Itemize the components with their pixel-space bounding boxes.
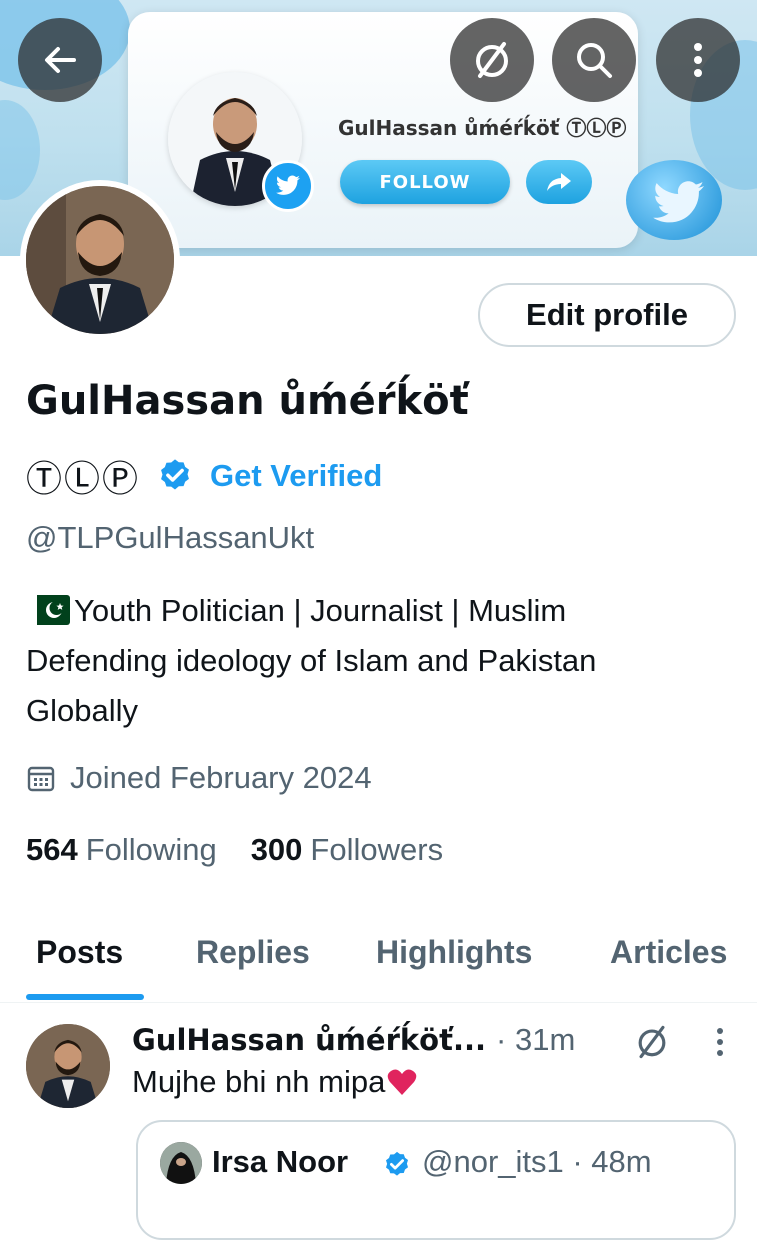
twitter-bird-icon xyxy=(262,160,314,212)
tab-articles[interactable]: Articles xyxy=(610,934,727,971)
pakistan-flag-icon xyxy=(26,595,70,625)
quote-author-handle: @nor_its1 · 48m xyxy=(422,1144,652,1179)
red-heart-icon xyxy=(388,1069,417,1095)
followers-link[interactable]: 300 Followers xyxy=(251,832,443,868)
quoted-post[interactable]: Irsa Noor @nor_its1 · 48m xyxy=(136,1120,736,1240)
grok-button[interactable] xyxy=(450,18,534,102)
post-author-name[interactable]: GulHassan ůḿéŕḱöť... xyxy=(132,1023,486,1057)
arrow-left-icon xyxy=(45,47,76,73)
profile-name: GulHassan ůḿéŕḱöť xyxy=(26,378,469,424)
follow-stats: 564 Following 300 Followers xyxy=(26,832,477,868)
tlp-text: ⓉⓁⓅ xyxy=(26,459,141,500)
joined-text: Joined February 2024 xyxy=(70,760,372,795)
bio-line-3: Globally xyxy=(26,693,138,728)
post-timestamp[interactable]: · 31m xyxy=(496,1022,575,1058)
more-vertical-icon xyxy=(717,1028,723,1056)
banner-name: GulHassan ůḿéŕḱöť ⓉⓁⓅ xyxy=(338,116,627,140)
following-label: Following xyxy=(85,832,217,867)
profile-avatar[interactable] xyxy=(20,180,180,340)
active-tab-indicator xyxy=(26,994,144,1000)
profile-handle: @TLPGulHassanUkt xyxy=(26,520,315,555)
back-button[interactable] xyxy=(18,18,102,102)
search-icon xyxy=(577,43,612,78)
tab-replies[interactable]: Replies xyxy=(196,934,310,971)
edit-profile-button[interactable]: Edit profile xyxy=(478,283,736,347)
post-header: GulHassan ůḿéŕḱöť... · 31m xyxy=(132,1022,575,1058)
post-grok-button[interactable] xyxy=(632,1022,672,1062)
following-count: 564 xyxy=(26,832,78,867)
get-verified-link[interactable]: Get Verified xyxy=(210,458,382,494)
tab-posts[interactable]: Posts xyxy=(36,934,123,971)
post-author-avatar[interactable] xyxy=(26,1024,110,1108)
joined-date: Joined February 2024 xyxy=(26,760,372,796)
slash-circle-icon xyxy=(638,1025,666,1059)
followers-count: 300 xyxy=(250,832,303,867)
verified-badge-icon[interactable] xyxy=(156,457,194,495)
tab-highlights[interactable]: Highlights xyxy=(376,934,532,971)
quote-author-avatar xyxy=(160,1142,202,1184)
calendar-icon xyxy=(27,766,55,792)
banner-decoration xyxy=(0,100,40,200)
profile-bio: Youth Politician | Journalist | Muslim D… xyxy=(26,586,736,736)
post-text-content: Mujhe bhi nh mipa xyxy=(132,1064,386,1099)
banner-follow-graphic: FOLLOW xyxy=(340,160,510,204)
post-more-button[interactable] xyxy=(700,1022,740,1062)
twitter-logo-3d-icon xyxy=(626,160,722,240)
verified-badge-icon xyxy=(386,1151,408,1176)
search-button[interactable] xyxy=(552,18,636,102)
share-arrow-icon xyxy=(526,160,592,204)
name-suffix-row: ⓉⓁⓅ Get Verified xyxy=(26,452,382,500)
post-text: Mujhe bhi nh mipa xyxy=(132,1064,417,1100)
more-vertical-icon xyxy=(694,43,702,77)
followers-label: Followers xyxy=(310,832,444,867)
bio-line-1: Youth Politician | Journalist | Muslim xyxy=(74,593,567,628)
slash-circle-icon xyxy=(476,42,508,78)
quote-author-name: Irsa Noor xyxy=(212,1144,349,1179)
bio-line-2: Defending ideology of Islam and Pakistan xyxy=(26,643,597,678)
profile-tabs: Posts Replies Highlights Articles xyxy=(0,920,757,1003)
more-options-button[interactable] xyxy=(656,18,740,102)
following-link[interactable]: 564 Following xyxy=(26,832,217,868)
